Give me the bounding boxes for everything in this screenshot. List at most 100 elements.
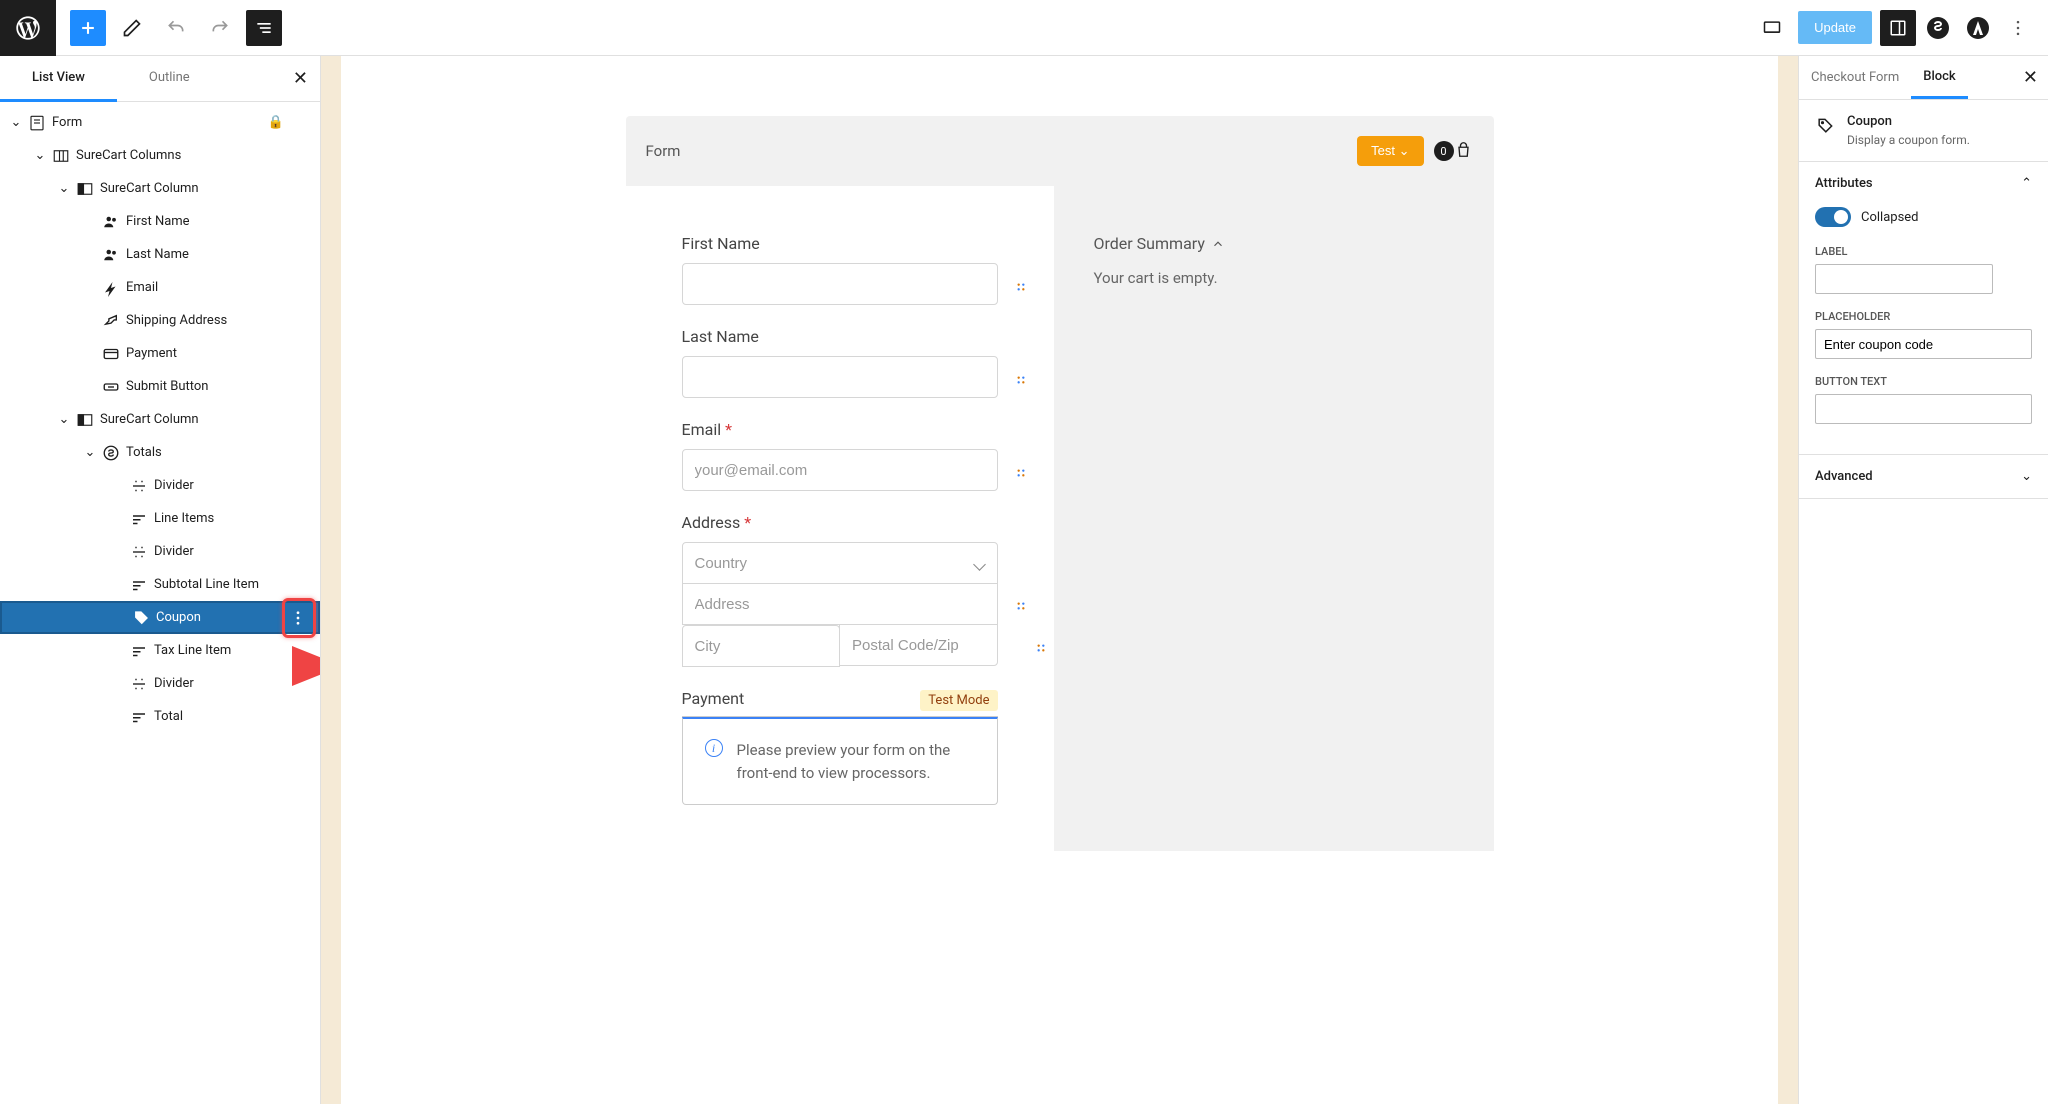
block-name: Coupon [1847, 114, 1970, 129]
cart-indicator[interactable]: 0 [1434, 141, 1474, 161]
tree-item-firstname[interactable]: First Name [0, 205, 320, 238]
column-icon [74, 411, 96, 429]
tab-list-view[interactable]: List View [0, 56, 117, 102]
button-text-field-label: BUTTON TEXT [1815, 375, 2032, 388]
drag-handle-icon[interactable] [1014, 373, 1028, 391]
tree-label: Submit Button [126, 379, 208, 394]
tree-label: SureCart Columns [76, 148, 181, 163]
tree-label: SureCart Column [100, 181, 199, 196]
tree-item-coupon[interactable]: Coupon [0, 601, 320, 634]
caret-icon[interactable]: ⌄ [80, 445, 100, 460]
columns-icon [50, 147, 72, 165]
tree-item-shipping[interactable]: Shipping Address [0, 304, 320, 337]
last-name-input[interactable] [682, 356, 998, 398]
tree-item-submit[interactable]: Submit Button [0, 370, 320, 403]
advanced-section-toggle[interactable]: Advanced ⌄ [1815, 469, 2032, 484]
edit-button[interactable] [114, 10, 150, 46]
email-icon [100, 279, 122, 297]
tab-block[interactable]: Block [1911, 56, 1967, 99]
close-panel-button[interactable]: ✕ [293, 68, 308, 89]
postal-input[interactable] [839, 624, 998, 666]
tag-icon [1815, 116, 1835, 140]
undo-button[interactable] [158, 10, 194, 46]
chevron-up-icon: ⌃ [2021, 176, 2032, 191]
more-options-button[interactable] [2000, 10, 2036, 46]
tree-item-total[interactable]: Total [0, 700, 320, 733]
view-button[interactable] [1754, 10, 1790, 46]
caret-icon[interactable]: ⌄ [54, 412, 74, 427]
test-mode-badge: Test Mode [920, 690, 997, 711]
surecart-icon[interactable] [1920, 10, 1956, 46]
tree-item-divider[interactable]: Divider [0, 469, 320, 502]
divider-icon [128, 675, 150, 693]
tree-item-divider[interactable]: Divider [0, 667, 320, 700]
tree-label: Shipping Address [126, 313, 227, 328]
tab-outline[interactable]: Outline [117, 56, 222, 101]
drag-handle-icon[interactable] [1014, 599, 1028, 617]
tree-item-columns[interactable]: ⌄ SureCart Columns [0, 139, 320, 172]
caret-icon[interactable]: ⌄ [6, 115, 26, 130]
tree-item-column1[interactable]: ⌄ SureCart Column [0, 172, 320, 205]
attributes-section-toggle[interactable]: Attributes ⌃ [1815, 176, 2032, 191]
tree-item-payment[interactable]: Payment [0, 337, 320, 370]
tree-label: Totals [126, 445, 162, 460]
tree-item-form[interactable]: ⌄ Form 🔒 [0, 106, 320, 139]
email-label: Email * [682, 420, 998, 439]
tree-label: Total [154, 709, 183, 724]
email-input[interactable] [682, 449, 998, 491]
address-input[interactable] [682, 583, 998, 625]
caret-icon[interactable]: ⌄ [30, 148, 50, 163]
button-text-input[interactable] [1815, 394, 2032, 424]
tree-label: Form [52, 115, 82, 130]
tree-label: Email [126, 280, 158, 295]
first-name-input[interactable] [682, 263, 998, 305]
drag-handle-icon[interactable] [1014, 280, 1028, 298]
tree-label: Coupon [156, 610, 201, 625]
drag-handle-icon[interactable] [1034, 641, 1048, 659]
tree-item-totals[interactable]: ⌄ Totals [0, 436, 320, 469]
lines-icon [128, 642, 150, 660]
collapsed-toggle[interactable] [1815, 207, 1851, 227]
order-summary-title[interactable]: Order Summary [1094, 234, 1454, 253]
lines-icon [128, 708, 150, 726]
lines-icon [128, 576, 150, 594]
tree-item-lineitems[interactable]: Line Items [0, 502, 320, 535]
close-settings-button[interactable]: ✕ [2023, 67, 2038, 88]
wordpress-logo-button[interactable] [0, 0, 56, 56]
button-icon [100, 378, 122, 396]
payment-label: Payment [682, 689, 745, 708]
collapsed-label: Collapsed [1861, 210, 1919, 225]
caret-icon[interactable]: ⌄ [54, 181, 74, 196]
tree-label: SureCart Column [100, 412, 199, 427]
chevron-down-icon: ⌄ [2021, 469, 2032, 484]
placeholder-input[interactable] [1815, 329, 2032, 359]
drag-handle-icon[interactable] [1014, 466, 1028, 484]
tree-item-email[interactable]: Email [0, 271, 320, 304]
tree-item-subtotal[interactable]: Subtotal Line Item [0, 568, 320, 601]
update-button[interactable]: Update [1798, 11, 1872, 44]
settings-panel-toggle[interactable] [1880, 10, 1916, 46]
tab-checkout-form[interactable]: Checkout Form [1799, 56, 1911, 99]
redo-button[interactable] [202, 10, 238, 46]
tree-label: Line Items [154, 511, 214, 526]
tree-label: Divider [154, 544, 194, 559]
payment-preview-msg: Please preview your form on the front-en… [737, 739, 975, 784]
column-icon [74, 180, 96, 198]
add-block-button[interactable] [70, 10, 106, 46]
name-icon [100, 213, 122, 231]
tree-label: Payment [126, 346, 177, 361]
country-select[interactable] [682, 542, 998, 584]
totals-icon [100, 444, 122, 462]
list-view-button[interactable] [246, 10, 282, 46]
tree-item-lastname[interactable]: Last Name [0, 238, 320, 271]
astra-icon[interactable] [1960, 10, 1996, 46]
tree-item-column2[interactable]: ⌄ SureCart Column [0, 403, 320, 436]
block-options-button[interactable] [286, 606, 310, 630]
name-icon [100, 246, 122, 264]
tree-item-divider[interactable]: Divider [0, 535, 320, 568]
test-mode-button[interactable]: Test ⌄ [1357, 136, 1423, 166]
label-input[interactable] [1815, 264, 1993, 294]
last-name-label: Last Name [682, 327, 998, 346]
tree-item-tax[interactable]: Tax Line Item [0, 634, 320, 667]
city-input[interactable] [682, 625, 841, 667]
